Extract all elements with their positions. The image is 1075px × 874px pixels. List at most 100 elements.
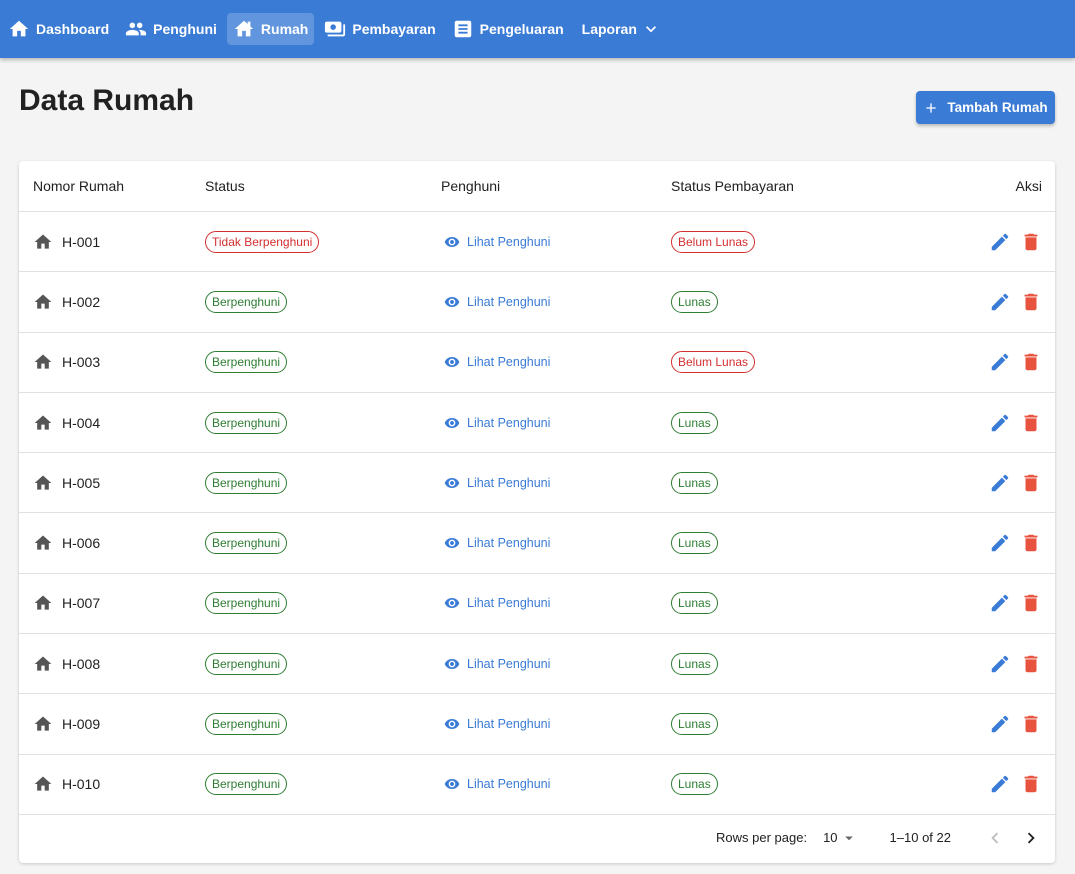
cell-penghuni: Lihat Penghuni — [441, 595, 671, 611]
cell-pembayaran: Lunas — [671, 532, 911, 555]
cell-pembayaran: Lunas — [671, 411, 911, 434]
cell-status: Berpenghuni — [205, 411, 441, 434]
nav-rumah-label: Rumah — [260, 21, 309, 37]
cell-nomor: H-004 — [19, 413, 205, 433]
edit-icon[interactable] — [989, 713, 1011, 735]
chevron-left-icon — [991, 832, 999, 844]
house-icon — [34, 475, 52, 490]
delete-icon[interactable] — [1020, 773, 1042, 795]
edit-icon[interactable] — [989, 412, 1011, 434]
eye-icon — [444, 598, 460, 609]
view-residents-label: Lihat Penghuni — [467, 596, 551, 611]
view-residents-link[interactable]: Lihat Penghuni — [444, 415, 550, 431]
nav-pembayaran[interactable]: Pembayaran — [318, 13, 441, 45]
edit-icon[interactable] — [989, 351, 1011, 373]
view-residents-link[interactable]: Lihat Penghuni — [444, 716, 550, 732]
delete-icon[interactable] — [1020, 412, 1042, 434]
cell-aksi — [911, 592, 1055, 614]
nav-dashboard[interactable]: Dashboard — [2, 13, 115, 45]
cell-pembayaran: Lunas — [671, 652, 911, 675]
edit-icon[interactable] — [989, 653, 1011, 675]
house-icon — [34, 415, 52, 430]
nav-pengeluaran-label: Pengeluaran — [479, 21, 564, 37]
table-row: H-002 Berpenghuni Lihat Penghuni Lunas — [19, 272, 1055, 333]
eye-icon — [444, 658, 460, 669]
delete-icon[interactable] — [1020, 713, 1042, 735]
delete-icon[interactable] — [1020, 472, 1042, 494]
table-row: H-007 Berpenghuni Lihat Penghuni Lunas — [19, 574, 1055, 635]
eye-icon — [444, 779, 460, 790]
people-icon — [126, 22, 147, 36]
view-residents-label: Lihat Penghuni — [467, 536, 551, 551]
cell-nomor: H-002 — [19, 292, 205, 312]
cell-nomor: H-005 — [19, 473, 205, 493]
payment-status-badge: Belum Lunas — [671, 351, 756, 374]
edit-icon[interactable] — [989, 773, 1011, 795]
view-residents-link[interactable]: Lihat Penghuni — [444, 595, 550, 611]
status-badge: Berpenghuni — [205, 713, 288, 736]
nav-laporan-label: Laporan — [581, 21, 637, 37]
eye-icon — [444, 417, 460, 428]
edit-icon[interactable] — [989, 472, 1011, 494]
cell-aksi — [911, 291, 1055, 313]
cell-status: Berpenghuni — [205, 773, 441, 796]
cell-pembayaran: Lunas — [671, 592, 911, 615]
view-residents-link[interactable]: Lihat Penghuni — [444, 475, 550, 491]
header-nomor: Nomor Rumah — [33, 178, 125, 194]
edit-icon[interactable] — [989, 231, 1011, 253]
cell-aksi — [911, 472, 1055, 494]
eye-icon — [444, 538, 460, 549]
payment-status-badge: Lunas — [671, 532, 718, 555]
status-badge: Berpenghuni — [205, 532, 288, 555]
view-residents-link[interactable]: Lihat Penghuni — [444, 535, 550, 551]
view-residents-link[interactable]: Lihat Penghuni — [444, 656, 550, 672]
nav-penghuni[interactable]: Penghuni — [119, 13, 223, 45]
view-residents-link[interactable]: Lihat Penghuni — [444, 776, 550, 792]
cell-aksi — [911, 231, 1055, 253]
status-badge: Berpenghuni — [205, 351, 288, 374]
view-residents-label: Lihat Penghuni — [467, 234, 551, 249]
nav-pengeluaran[interactable]: Pengeluaran — [446, 13, 570, 45]
rows-per-page-select[interactable]: 10 — [823, 829, 857, 847]
delete-icon[interactable] — [1020, 351, 1042, 373]
delete-icon[interactable] — [1020, 532, 1042, 554]
plus-icon — [926, 102, 937, 113]
next-page-button[interactable] — [1017, 824, 1045, 852]
cell-penghuni: Lihat Penghuni — [441, 535, 671, 551]
previous-page-button[interactable] — [981, 824, 1009, 852]
table-row: H-005 Berpenghuni Lihat Penghuni Lunas — [19, 453, 1055, 514]
delete-icon[interactable] — [1020, 231, 1042, 253]
house-icon — [34, 776, 52, 791]
eye-icon — [444, 357, 460, 368]
nav-rumah[interactable]: Rumah — [226, 13, 315, 45]
cell-status: Berpenghuni — [205, 652, 441, 675]
delete-icon[interactable] — [1020, 291, 1042, 313]
house-number: H-001 — [62, 233, 101, 250]
payment-status-badge: Lunas — [671, 592, 718, 615]
house-number: H-003 — [62, 354, 101, 371]
table-body: H-001 Tidak Berpenghuni Lihat Penghuni B… — [19, 212, 1055, 815]
status-badge: Berpenghuni — [205, 652, 288, 675]
chevron-right-icon — [1027, 832, 1035, 844]
table-row: H-004 Berpenghuni Lihat Penghuni Lunas — [19, 393, 1055, 454]
nav-dashboard-label: Dashboard — [36, 21, 110, 37]
cell-status: Tidak Berpenghuni — [205, 230, 441, 253]
cell-aksi — [911, 653, 1055, 675]
edit-icon[interactable] — [989, 291, 1011, 313]
delete-icon[interactable] — [1020, 653, 1042, 675]
cell-penghuni: Lihat Penghuni — [441, 475, 671, 491]
delete-icon[interactable] — [1020, 592, 1042, 614]
add-house-button[interactable]: Tambah Rumah — [916, 91, 1055, 124]
view-residents-link[interactable]: Lihat Penghuni — [444, 294, 550, 310]
view-residents-link[interactable]: Lihat Penghuni — [444, 354, 550, 370]
page-title: Data Rumah — [19, 84, 195, 117]
view-residents-link[interactable]: Lihat Penghuni — [444, 234, 550, 250]
header-pembayaran: Status Pembayaran — [671, 178, 794, 194]
status-badge: Berpenghuni — [205, 773, 288, 796]
header-aksi: Aksi — [1015, 178, 1042, 194]
edit-icon[interactable] — [989, 532, 1011, 554]
house-number: H-004 — [62, 414, 101, 431]
edit-icon[interactable] — [989, 592, 1011, 614]
cell-pembayaran: Lunas — [671, 773, 911, 796]
nav-laporan[interactable]: Laporan — [574, 13, 667, 45]
